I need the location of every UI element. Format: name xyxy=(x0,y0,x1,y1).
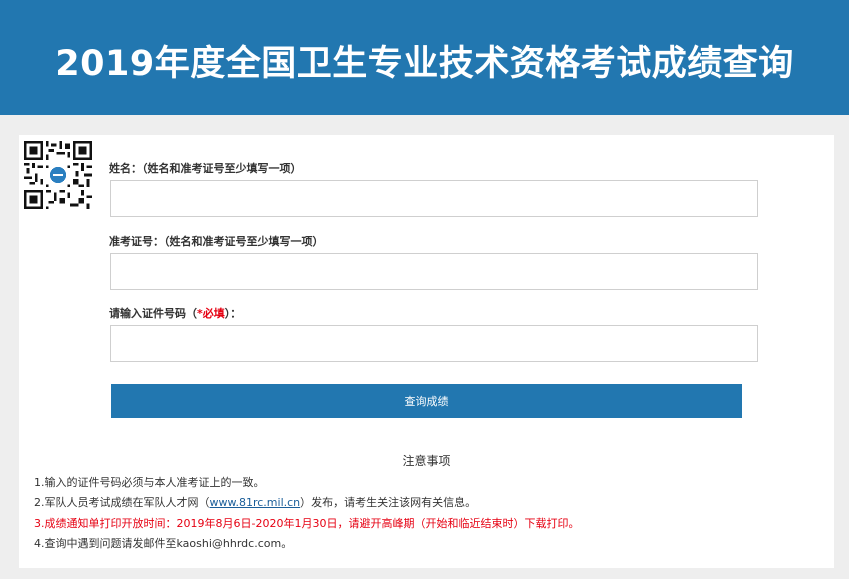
page-title: 2019年度全国卫生专业技术资格考试成绩查询 xyxy=(55,44,794,84)
id-number-label-suffix: ）： xyxy=(224,307,242,320)
notice-item-4: 4.查询中遇到问题请发邮件至kaoshi@hhrdc.com。 xyxy=(34,537,293,550)
army-talent-link[interactable]: www.81rc.mil.cn xyxy=(210,496,301,509)
ticket-number-label: 准考证号：（姓名和准考证号至少填写一项） xyxy=(109,235,324,248)
query-score-button[interactable]: 查询成绩 xyxy=(111,384,742,418)
notice-item-2: 2.军队人员考试成绩在军队人才网（www.81rc.mil.cn）发布，请考生关… xyxy=(34,494,476,510)
notice-item-2-suffix: ）发布，请考生关注该网有关信息。 xyxy=(300,496,477,509)
ticket-number-input[interactable] xyxy=(110,253,758,290)
query-panel: 姓名：（姓名和准考证号至少填写一项） 准考证号：（姓名和准考证号至少填写一项） … xyxy=(19,135,834,568)
notice-title: 注意事项 xyxy=(402,454,451,468)
required-marker: *必填 xyxy=(197,307,225,320)
qr-code-icon xyxy=(24,141,92,209)
name-label: 姓名：（姓名和准考证号至少填写一项） xyxy=(109,162,302,175)
name-input[interactable] xyxy=(110,180,758,217)
notice-item-2-prefix: 2.军队人员考试成绩在军队人才网（ xyxy=(34,496,210,509)
notice-item-3: 3.成绩通知单打印开放时间：2019年8月6日-2020年1月30日，请避开高峰… xyxy=(34,517,580,530)
notice-item-1: 1.输入的证件号码必须与本人准考证上的一致。 xyxy=(34,476,265,489)
page-header: 2019年度全国卫生专业技术资格考试成绩查询 xyxy=(0,0,849,115)
id-number-label: 请输入证件号码（*必填）： xyxy=(109,305,241,321)
id-number-label-text: 请输入证件号码（ xyxy=(109,307,197,320)
id-number-input[interactable] xyxy=(110,325,758,362)
